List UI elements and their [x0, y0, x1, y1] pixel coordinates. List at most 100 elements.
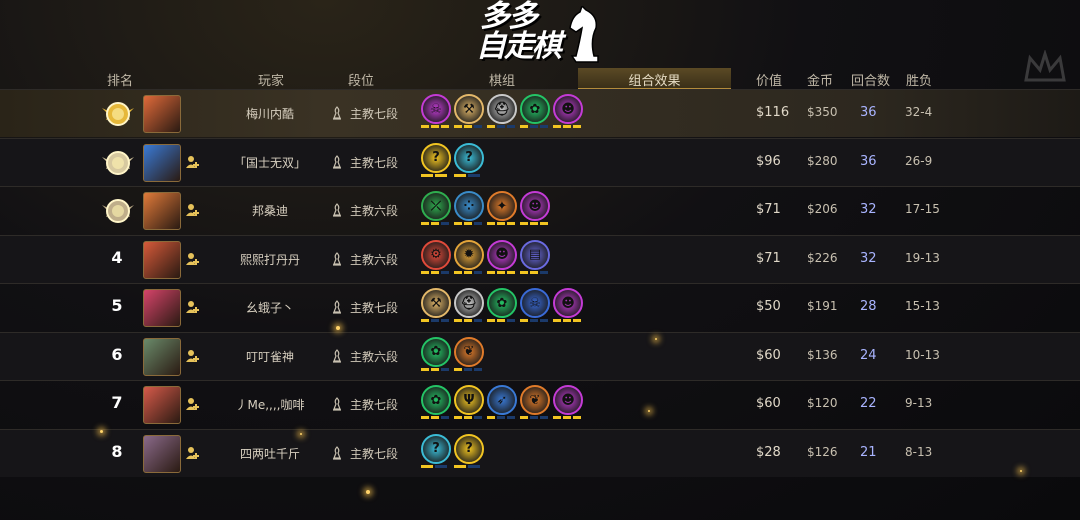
synergy-progress: [487, 270, 517, 275]
player-name[interactable]: 「国士无双」: [220, 154, 320, 171]
synergy-slot[interactable]: ⤫: [421, 191, 451, 231]
avatar[interactable]: [143, 240, 181, 279]
synergy-progress-segment: [474, 222, 482, 225]
synergy-slot[interactable]: ⛑: [454, 288, 484, 328]
player-name[interactable]: 邦桑迪: [220, 202, 320, 219]
player-name[interactable]: 熙熙打丹丹: [220, 251, 320, 268]
piece-value: $60: [756, 347, 781, 363]
synergy-slot[interactable]: ☠: [421, 94, 451, 134]
synergy-progress-segment: [454, 416, 462, 419]
rank-number: 4: [111, 247, 123, 267]
avatar[interactable]: [143, 386, 181, 424]
synergy-progress-segment: [553, 125, 561, 128]
header-pieces: 棋组: [489, 74, 516, 89]
synergy-slot[interactable]: ☻: [487, 239, 517, 280]
question-mark-icon: ?: [454, 433, 484, 464]
rounds-count: 32: [860, 202, 877, 217]
synergy-slot[interactable]: ✿: [421, 336, 451, 377]
table-row[interactable]: 梅川内酷 主教七段 ☠ ⚒ ⛑ ✿ ☻ $116 $350 36 32-4: [0, 89, 1080, 137]
add-friend-icon[interactable]: [186, 155, 200, 169]
imp-icon: ☻: [553, 94, 583, 124]
avatar[interactable]: [143, 434, 181, 473]
synergy-slot[interactable]: ❦: [520, 385, 550, 425]
synergy-slot[interactable]: ⁘: [454, 191, 484, 231]
player-name[interactable]: 叮叮雀神: [220, 348, 320, 365]
add-friend-icon[interactable]: [186, 300, 200, 314]
rank-tier: 主教七段: [350, 301, 399, 315]
player-name[interactable]: 丿Me,,,,咖啡: [220, 396, 320, 413]
synergy-slot[interactable]: Ψ: [454, 385, 484, 425]
table-row[interactable]: 5 幺蛾子丶 主教七段 ⚒ ⛑ ✿ ☠ ☻ $50 $191 28 15-13: [0, 283, 1080, 331]
imp-icon: ☻: [520, 191, 550, 221]
add-friend-icon[interactable]: [186, 252, 200, 266]
rounds-count: 28: [860, 299, 877, 314]
imp-icon: ☻: [487, 239, 517, 270]
synergy-slot[interactable]: ?: [454, 433, 484, 474]
synergy-slot[interactable]: ☻: [553, 94, 583, 134]
player-name[interactable]: 梅川内酷: [220, 105, 320, 122]
bishop-rank-icon: [333, 348, 341, 363]
synergy-slot[interactable]: ☻: [553, 288, 583, 328]
synergy-slot[interactable]: ➶: [487, 385, 517, 425]
synergy-progress-segment: [497, 319, 505, 322]
add-friend-icon[interactable]: [186, 349, 200, 363]
synergy-progress: [520, 125, 550, 129]
synergy-progress-segment: [421, 222, 429, 225]
synergy-slot[interactable]: ⚒: [454, 94, 484, 134]
synergy-progress-segment: [454, 270, 462, 274]
table-row[interactable]: 8 四两吐千斤 主教七段 ? ? $28 $126 21 8-13: [0, 428, 1080, 477]
avatar[interactable]: [143, 289, 181, 327]
header-tier: 段位: [348, 74, 375, 89]
synergy-progress-segment: [441, 416, 449, 419]
synergy-slot[interactable]: ?: [421, 433, 451, 474]
leaf-icon: ❦: [454, 336, 484, 367]
avatar[interactable]: [143, 95, 181, 133]
synergy-slot[interactable]: ▤: [520, 239, 550, 280]
table-row[interactable]: 7 丿Me,,,,咖啡 主教七段 ✿ Ψ ➶ ❦ ☻ $60 $120 22 9-13: [0, 380, 1080, 428]
add-friend-icon[interactable]: [186, 397, 200, 411]
synergy-slot[interactable]: ?: [454, 142, 484, 183]
synergy-progress: [454, 319, 484, 323]
synergy-progress-segment: [563, 416, 571, 419]
win-loss-record: 15-13: [905, 299, 940, 313]
add-friend-icon[interactable]: [186, 446, 200, 460]
synergy-progress: [454, 416, 484, 420]
logo-line2: 自走棋: [476, 29, 562, 64]
bishop-rank-icon: [333, 154, 341, 169]
win-loss-record: 32-4: [905, 105, 933, 119]
avatar[interactable]: [143, 337, 181, 376]
tab-combo-effect[interactable]: 组合效果: [578, 68, 731, 90]
synergy-slot[interactable]: ⛑: [487, 94, 517, 134]
gold-amount: $280: [807, 153, 838, 168]
table-row[interactable]: 邦桑迪 主教六段 ⤫ ⁘ ✦ ☻ $71 $206 32 17-15: [0, 186, 1080, 234]
player-name[interactable]: 四两吐千斤: [220, 445, 320, 462]
synergy-slot[interactable]: ❦: [454, 336, 484, 377]
synergy-slot[interactable]: ⚒: [421, 288, 451, 328]
table-row[interactable]: 「国士无双」 主教七段 ? ? $96 $280 36 26-9: [0, 137, 1080, 186]
table-row[interactable]: 6 叮叮雀神 主教六段 ✿ ❦ $60 $136 24 10-13: [0, 331, 1080, 380]
synergy-slot[interactable]: ✦: [487, 191, 517, 231]
synergy-progress-segment: [553, 319, 561, 322]
synergy-slot[interactable]: ✹: [454, 239, 484, 280]
paw-icon: ✿: [421, 336, 451, 367]
synergy-slot[interactable]: ?: [421, 142, 451, 183]
gold-amount: $126: [807, 444, 838, 459]
synergy-progress: [421, 319, 451, 323]
synergy-slot[interactable]: ☻: [553, 385, 583, 425]
add-friend-icon[interactable]: [186, 203, 200, 217]
question-mark-icon: ?: [421, 142, 451, 173]
synergy-slot[interactable]: ☻: [520, 191, 550, 231]
sparkle: [100, 430, 103, 433]
synergy-slot[interactable]: ✿: [421, 385, 451, 425]
player-name[interactable]: 幺蛾子丶: [220, 299, 320, 316]
synergy-slot[interactable]: ✿: [520, 94, 550, 134]
table-row[interactable]: 4 熙熙打丹丹 主教六段 ⚙ ✹ ☻ ▤ $71 $226 32 19-13: [0, 234, 1080, 283]
synergy-slot[interactable]: ✿: [487, 288, 517, 328]
header-value: 价值: [756, 74, 783, 89]
avatar[interactable]: [143, 192, 181, 230]
avatar[interactable]: [143, 143, 181, 182]
synergy-slot[interactable]: ☠: [520, 288, 550, 328]
sparkle: [648, 410, 650, 412]
synergy-progress-segment: [421, 125, 429, 128]
synergy-slot[interactable]: ⚙: [421, 239, 451, 280]
